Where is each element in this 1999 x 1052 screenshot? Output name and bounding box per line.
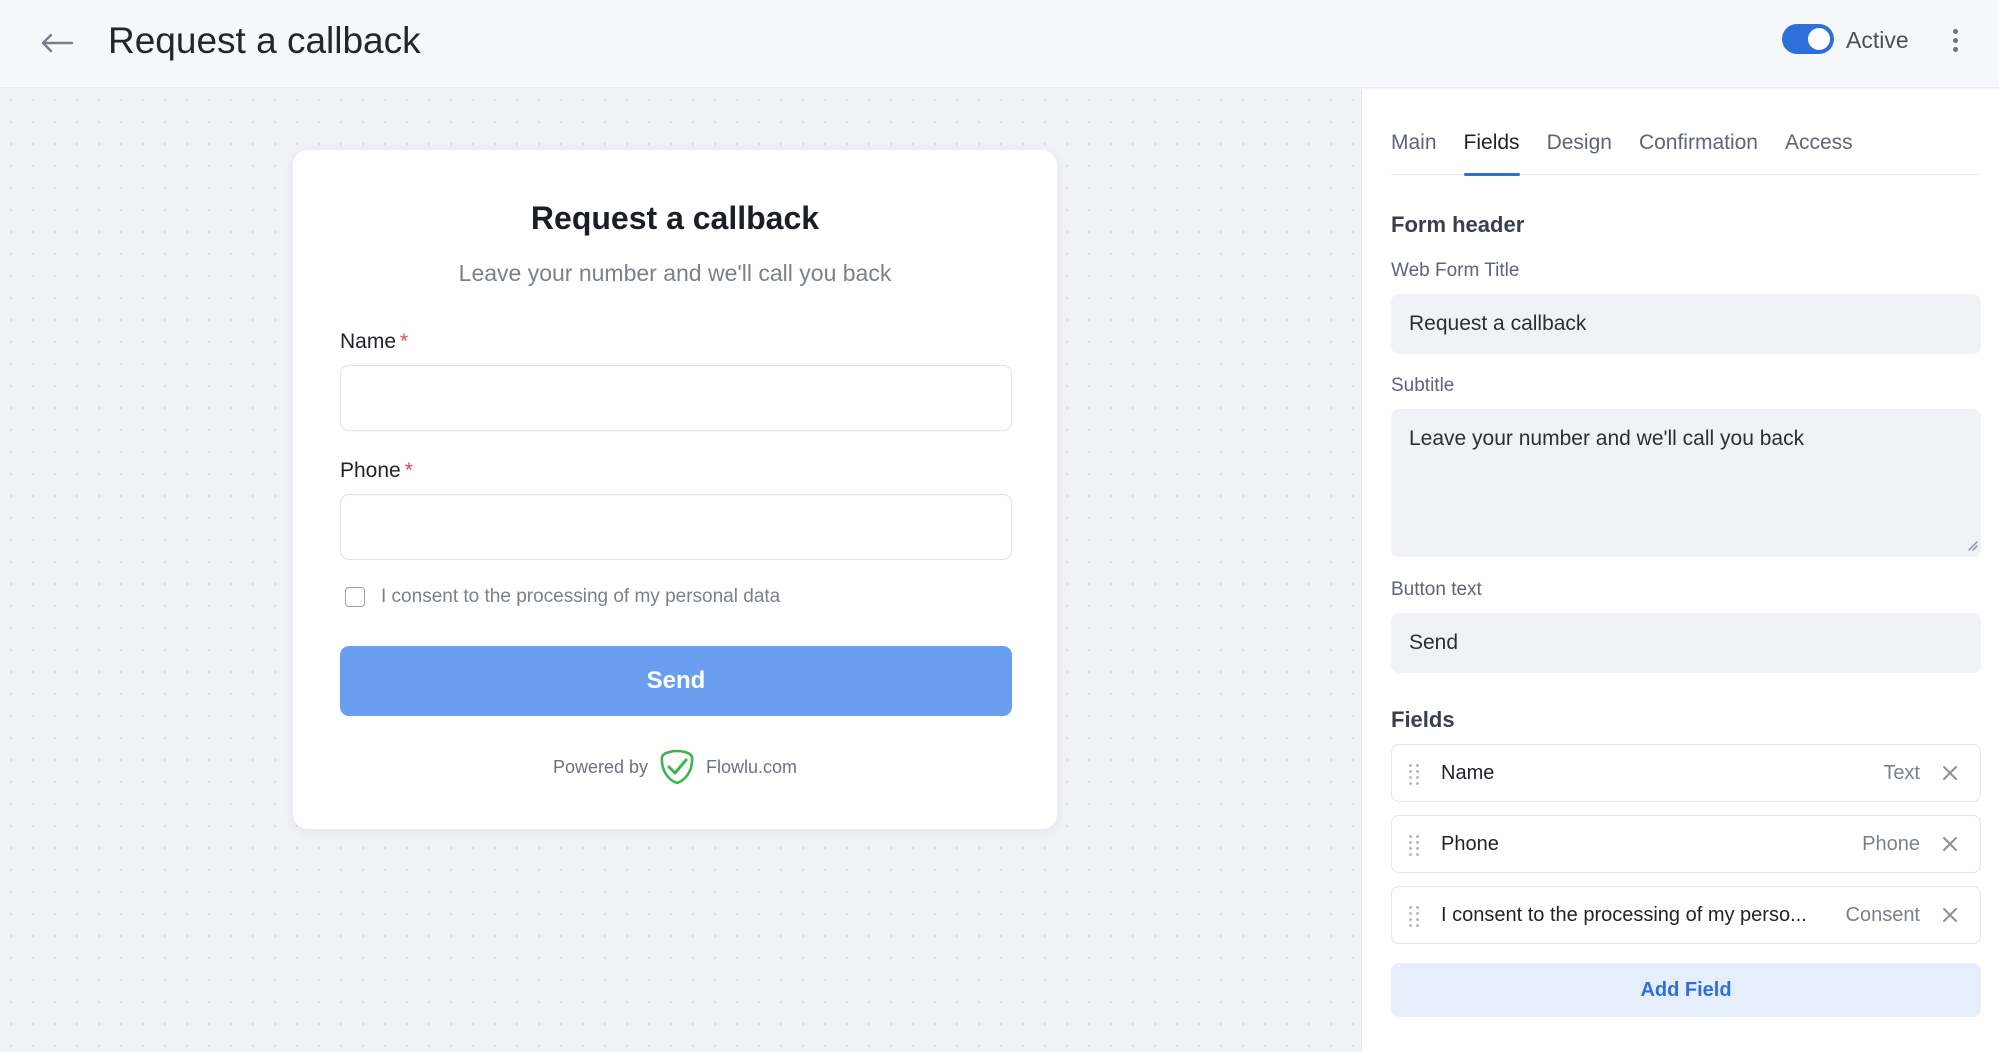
- field-item-name: I consent to the processing of my perso.…: [1441, 904, 1807, 926]
- settings-panel: Main Fields Design Confirmation Access F…: [1361, 89, 1999, 1052]
- consent-checkbox[interactable]: [345, 587, 365, 607]
- tab-access[interactable]: Access: [1785, 125, 1853, 175]
- button-text-input[interactable]: [1391, 613, 1981, 673]
- active-toggle[interactable]: [1782, 24, 1834, 54]
- field-item-name: Phone: [1441, 833, 1499, 855]
- drag-handle-icon[interactable]: [1409, 835, 1421, 856]
- web-form-title-label: Web Form Title: [1391, 260, 1520, 281]
- name-field-label: Name *: [340, 330, 409, 353]
- toggle-knob: [1808, 28, 1830, 50]
- form-preview-title: Request a callback: [530, 200, 820, 236]
- phone-input[interactable]: [340, 494, 1012, 560]
- form-header-section-title: Form header: [1391, 212, 1525, 237]
- tab-fields[interactable]: Fields: [1463, 125, 1520, 176]
- field-item[interactable]: Phone Phone: [1391, 815, 1981, 873]
- page-title: Request a callback: [108, 20, 421, 61]
- field-item-type: Phone: [1862, 833, 1920, 855]
- powered-by: Powered by Flowlu.com: [293, 748, 1057, 786]
- tab-confirmation[interactable]: Confirmation: [1639, 125, 1758, 175]
- tab-main[interactable]: Main: [1391, 125, 1437, 175]
- phone-field-label: Phone *: [340, 459, 413, 482]
- subtitle-label: Subtitle: [1391, 375, 1455, 396]
- powered-by-label: Powered by: [552, 756, 649, 777]
- field-item[interactable]: I consent to the processing of my perso.…: [1391, 886, 1981, 944]
- fields-section-title: Fields: [1391, 707, 1455, 732]
- close-icon[interactable]: [1940, 763, 1960, 783]
- field-item-name: Name: [1441, 762, 1495, 784]
- active-toggle-label: Active: [1846, 27, 1909, 53]
- required-mark: *: [404, 459, 413, 482]
- drag-handle-icon[interactable]: [1409, 906, 1421, 927]
- form-preview-card: Request a callback Leave your number and…: [292, 149, 1058, 830]
- add-field-button[interactable]: Add Field: [1391, 963, 1981, 1017]
- settings-tabs: Main Fields Design Confirmation Access: [1391, 125, 1981, 176]
- arrow-left-icon: [41, 33, 74, 53]
- field-item-type: Text: [1883, 762, 1920, 784]
- more-vertical-icon: [1952, 28, 1958, 34]
- consent-label: I consent to the processing of my person…: [381, 586, 781, 607]
- close-icon[interactable]: [1940, 905, 1960, 925]
- required-mark: *: [400, 330, 409, 353]
- send-button[interactable]: Send: [340, 646, 1012, 716]
- brand-name: Flowlu.com: [706, 756, 798, 777]
- more-menu-button[interactable]: [1944, 22, 1966, 58]
- top-bar: Request a callback Active: [0, 0, 1999, 88]
- web-form-title-input[interactable]: [1391, 294, 1981, 354]
- preview-canvas: Request a callback Leave your number and…: [0, 89, 1360, 1052]
- drag-handle-icon[interactable]: [1409, 764, 1421, 785]
- field-item-type: Consent: [1845, 904, 1921, 926]
- flowlu-check-shield-icon: [660, 749, 694, 785]
- name-input[interactable]: [340, 365, 1012, 431]
- back-button[interactable]: [36, 22, 78, 64]
- subtitle-textarea[interactable]: Leave your number and we'll call you bac…: [1391, 409, 1981, 557]
- tab-design[interactable]: Design: [1547, 125, 1612, 175]
- form-preview-subtitle: Leave your number and we'll call you bac…: [458, 260, 892, 286]
- field-item[interactable]: Name Text: [1391, 744, 1981, 802]
- resize-grip-icon[interactable]: [1966, 539, 1978, 551]
- button-text-label: Button text: [1391, 579, 1482, 600]
- close-icon[interactable]: [1940, 834, 1960, 854]
